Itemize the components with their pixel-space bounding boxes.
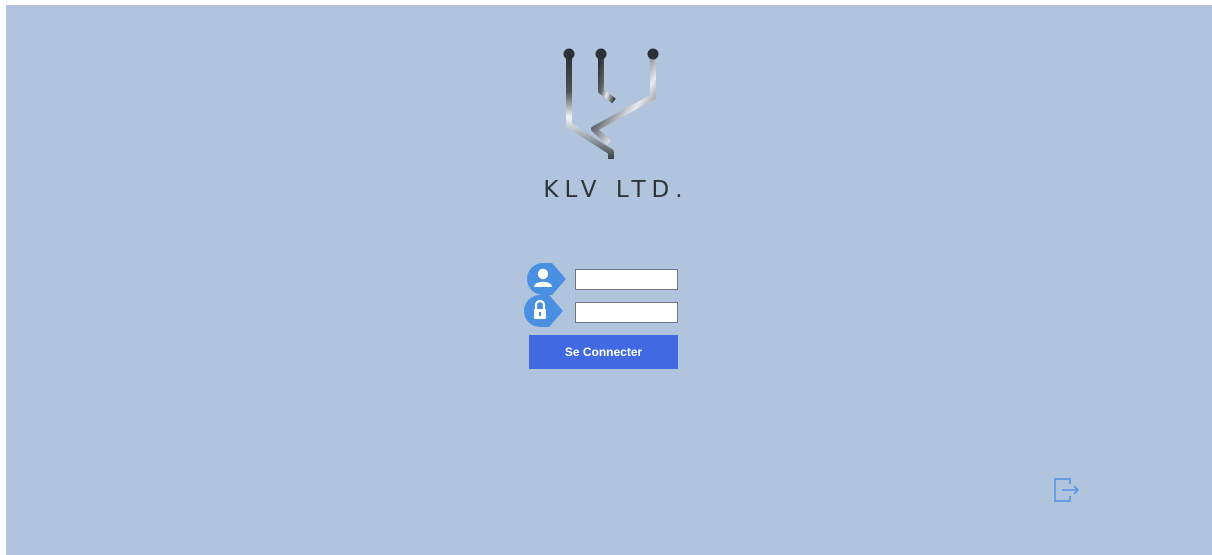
klv-logo-icon: [554, 47, 674, 172]
lock-icon: [523, 294, 567, 328]
user-icon: [526, 262, 570, 296]
brand-name: KLV LTD.: [543, 177, 689, 203]
connect-button[interactable]: Se Connecter: [529, 335, 678, 369]
login-window: KLV LTD. Se Connecter: [6, 5, 1212, 555]
password-input[interactable]: [575, 302, 678, 323]
exit-icon[interactable]: [1053, 476, 1081, 504]
username-input[interactable]: [575, 269, 678, 290]
